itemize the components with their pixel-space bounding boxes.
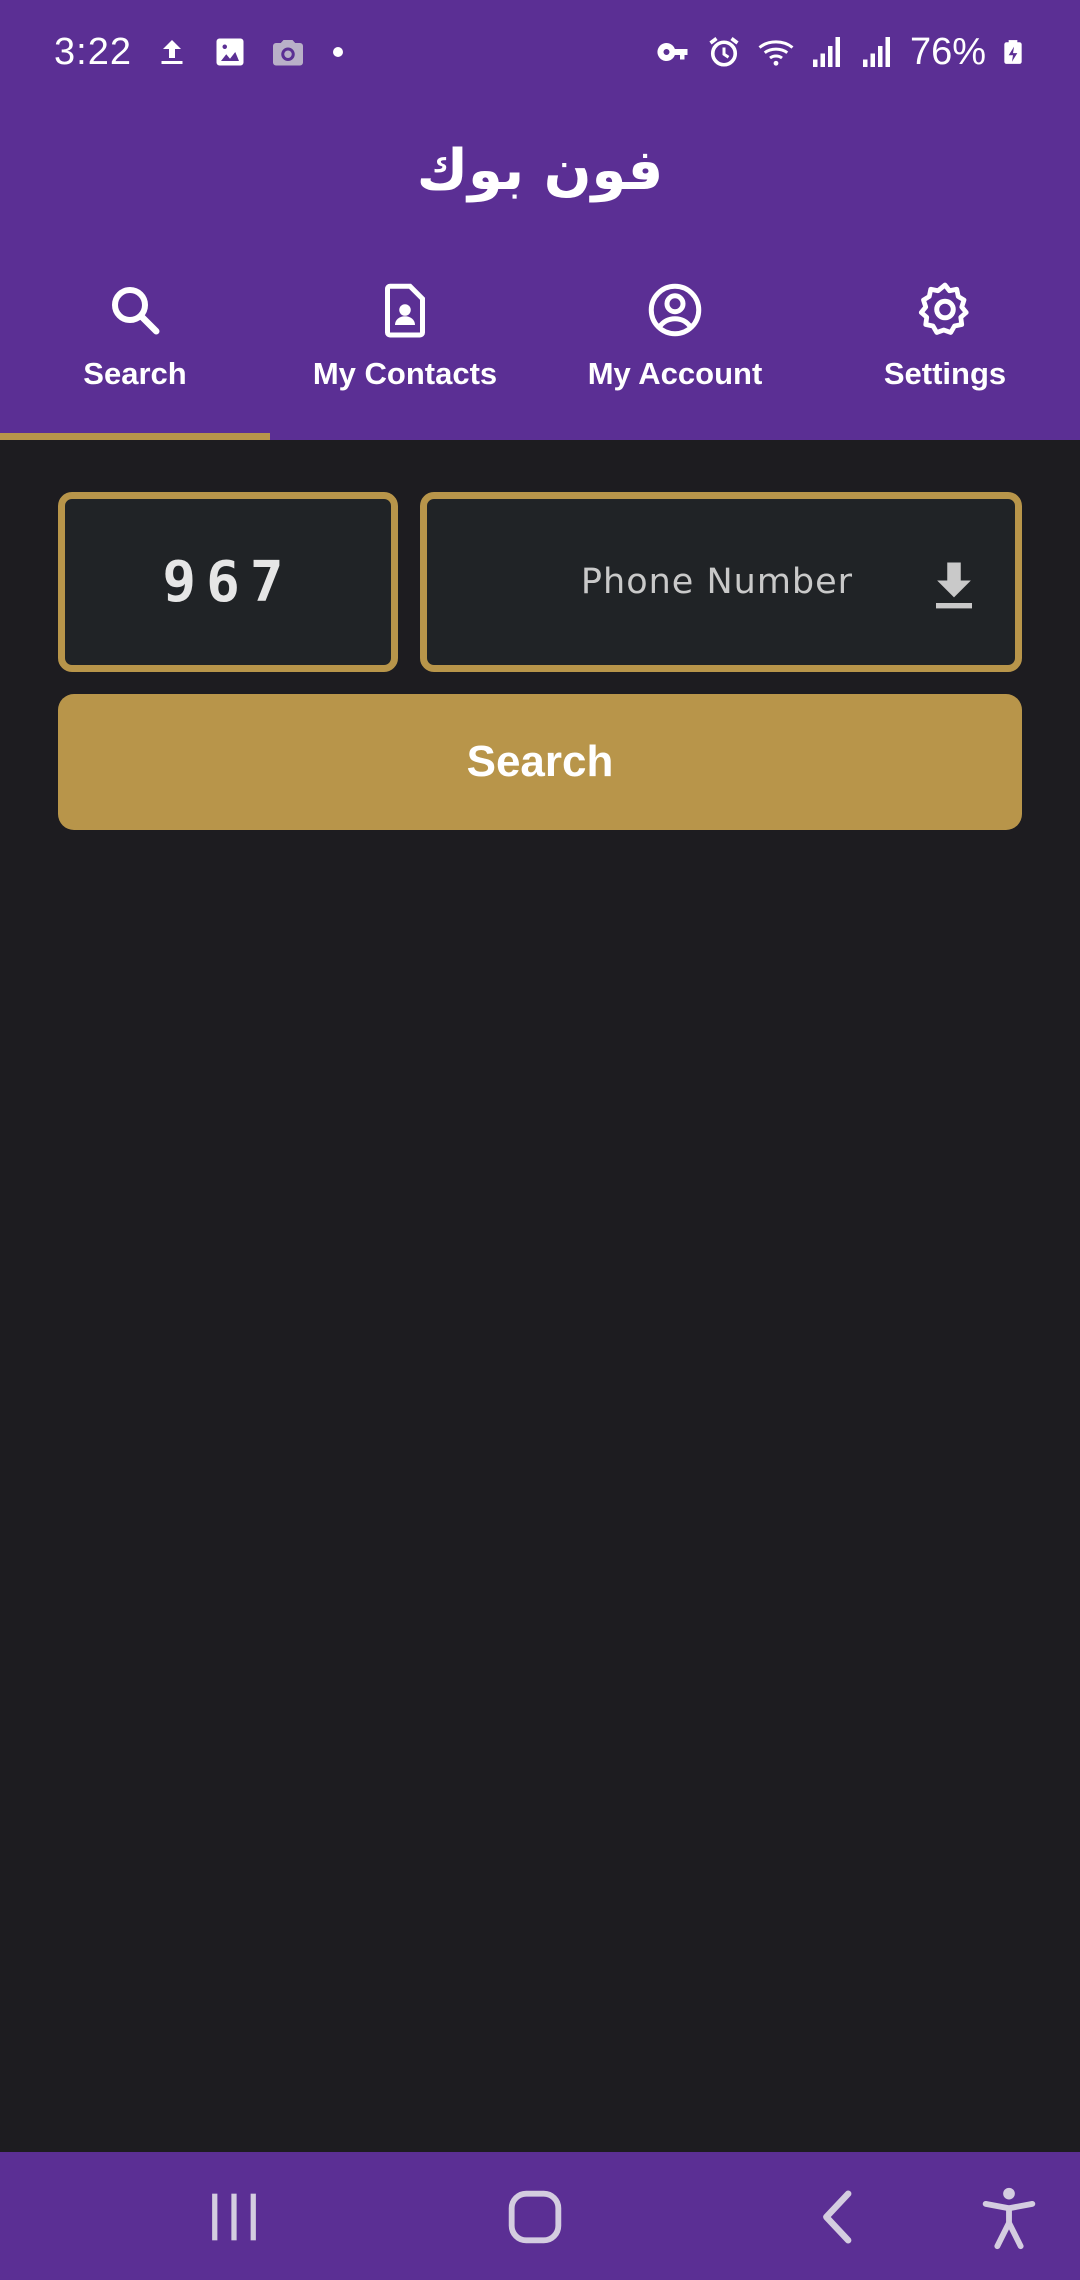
wifi-icon: [758, 40, 794, 66]
tab-label: Search: [83, 356, 187, 391]
tab-settings[interactable]: Settings: [810, 260, 1080, 440]
signal-icon: [862, 37, 890, 67]
active-tab-indicator: [0, 433, 270, 440]
tab-my-contacts[interactable]: My Contacts: [270, 260, 540, 440]
battery-charging-icon: [1004, 40, 1022, 64]
vpn-key-icon: [657, 43, 688, 61]
system-nav-bar: [0, 2152, 1080, 2280]
tab-label: Settings: [883, 356, 1007, 391]
recent-apps-icon[interactable]: [199, 2182, 269, 2252]
back-icon[interactable]: [803, 2182, 873, 2252]
search-icon: [112, 287, 160, 335]
tab-my-account[interactable]: My Account: [540, 260, 810, 440]
phone-number-field[interactable]: [420, 492, 1022, 672]
dot-icon: [332, 47, 343, 57]
image-icon: [216, 38, 244, 66]
accessibility-icon[interactable]: [974, 2182, 1044, 2252]
status-left: 3:22: [54, 22, 348, 82]
contact-card-icon: [385, 283, 425, 338]
app-header: فون بوك Search My Contacts My Account Se…: [0, 100, 1080, 440]
country-code-field[interactable]: 967: [58, 492, 398, 672]
status-time: 3:22: [54, 30, 132, 73]
status-bar: 3:22 76%: [0, 0, 1080, 100]
signal-icon: [812, 37, 840, 67]
battery-percentage: 76%: [909, 30, 986, 73]
status-right: 76%: [656, 22, 1026, 82]
search-button[interactable]: Search: [58, 694, 1022, 830]
app-title: فون بوك: [416, 138, 664, 203]
gear-icon: [918, 282, 969, 335]
upload-icon: [161, 40, 183, 64]
tab-search[interactable]: Search: [0, 260, 270, 440]
account-circle-icon: [648, 283, 702, 337]
alarm-icon: [709, 37, 739, 67]
tab-label: My Contacts: [312, 356, 498, 391]
camera-icon: [272, 40, 303, 66]
import-contact-icon[interactable]: [927, 557, 981, 613]
tab-bar: Search My Contacts My Account Settings: [0, 260, 1080, 440]
home-icon[interactable]: [500, 2182, 570, 2252]
search-content: 967 Search: [0, 440, 1080, 2152]
tab-label: My Account: [587, 356, 763, 391]
